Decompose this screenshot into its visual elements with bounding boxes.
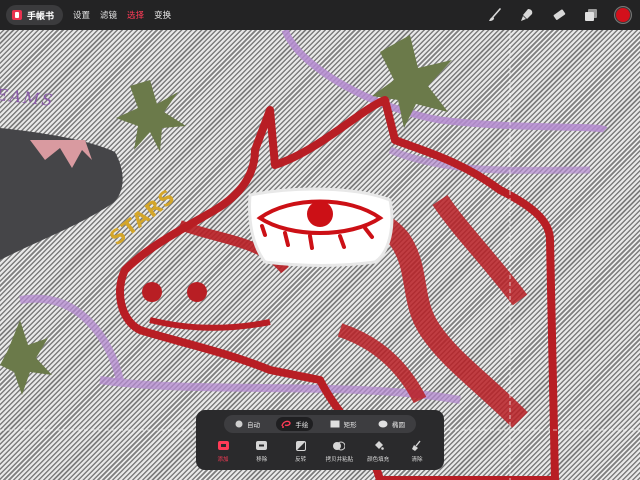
clear-broom-icon (412, 440, 422, 451)
menu-settings[interactable]: 设置 (73, 9, 90, 21)
mode-freehand[interactable]: 手绘 (276, 417, 314, 431)
mode-rectangle[interactable]: 矩形 (325, 417, 362, 431)
layers-button[interactable] (582, 6, 600, 24)
selection-mode-bar: 自动 手绘 矩形 椭圆 (224, 415, 416, 433)
copy-paste-icon (333, 441, 346, 450)
action-clear[interactable]: 清除 (400, 440, 434, 463)
action-copy-paste-label: 拷贝并粘贴 (325, 457, 354, 463)
color-picker-button[interactable] (614, 6, 632, 24)
selection-actions: 添加 移除 反转 拷贝并粘贴 颜色填充 清除 (206, 440, 434, 463)
ellipse-icon (378, 420, 388, 428)
invert-selection-icon (295, 440, 306, 451)
top-menu: 设置 滤镜 选择 变换 (73, 9, 171, 21)
mode-ellipse[interactable]: 椭圆 (373, 417, 410, 431)
app-logo-icon (12, 10, 22, 20)
action-color-fill[interactable]: 颜色填充 (361, 440, 395, 463)
mode-auto[interactable]: 自动 (230, 417, 265, 431)
auto-mode-icon (235, 420, 243, 428)
eraser-tool-button[interactable] (550, 6, 568, 24)
current-color-swatch (615, 7, 631, 23)
menu-selection[interactable]: 选择 (127, 9, 144, 21)
app-name: 手帳书 (27, 10, 55, 21)
app-menu-button[interactable]: 手帳书 (6, 5, 64, 25)
smudge-tool-button[interactable] (518, 6, 536, 24)
menu-transform[interactable]: 变换 (154, 9, 171, 21)
smudge-icon (521, 9, 533, 21)
brush-tool-button[interactable] (486, 6, 504, 24)
brush-icon (489, 8, 501, 21)
menu-filters[interactable]: 滤镜 (100, 9, 117, 21)
action-color-fill-label: 颜色填充 (367, 457, 390, 463)
eraser-icon (553, 9, 566, 20)
color-fill-icon (374, 441, 384, 450)
mode-freehand-label: 手绘 (295, 422, 309, 429)
tool-group (486, 6, 632, 24)
action-invert[interactable]: 反转 (284, 440, 318, 463)
rectangle-icon (330, 420, 340, 428)
action-copy-paste[interactable]: 拷贝并粘贴 (322, 440, 356, 463)
action-clear-label: 清除 (411, 457, 423, 463)
remove-selection-icon (256, 441, 268, 450)
action-remove[interactable]: 移除 (245, 440, 279, 463)
mode-rectangle-label: 矩形 (343, 422, 357, 429)
action-add-label: 添加 (217, 457, 229, 463)
freehand-lasso-icon (281, 420, 292, 428)
top-toolbar: 手帳书 设置 滤镜 选择 变换 (0, 0, 640, 30)
mode-auto-label: 自动 (247, 422, 260, 429)
action-remove-label: 移除 (256, 457, 268, 463)
layers-icon (585, 9, 597, 21)
action-invert-label: 反转 (295, 457, 307, 463)
mode-ellipse-label: 椭圆 (391, 422, 405, 429)
action-add[interactable]: 添加 (206, 440, 240, 463)
artwork (0, 28, 640, 480)
selection-panel: 自动 手绘 矩形 椭圆 添加 移除 反转 拷贝并粘贴 颜色填充 清除 (196, 410, 444, 470)
add-selection-icon (217, 441, 229, 450)
